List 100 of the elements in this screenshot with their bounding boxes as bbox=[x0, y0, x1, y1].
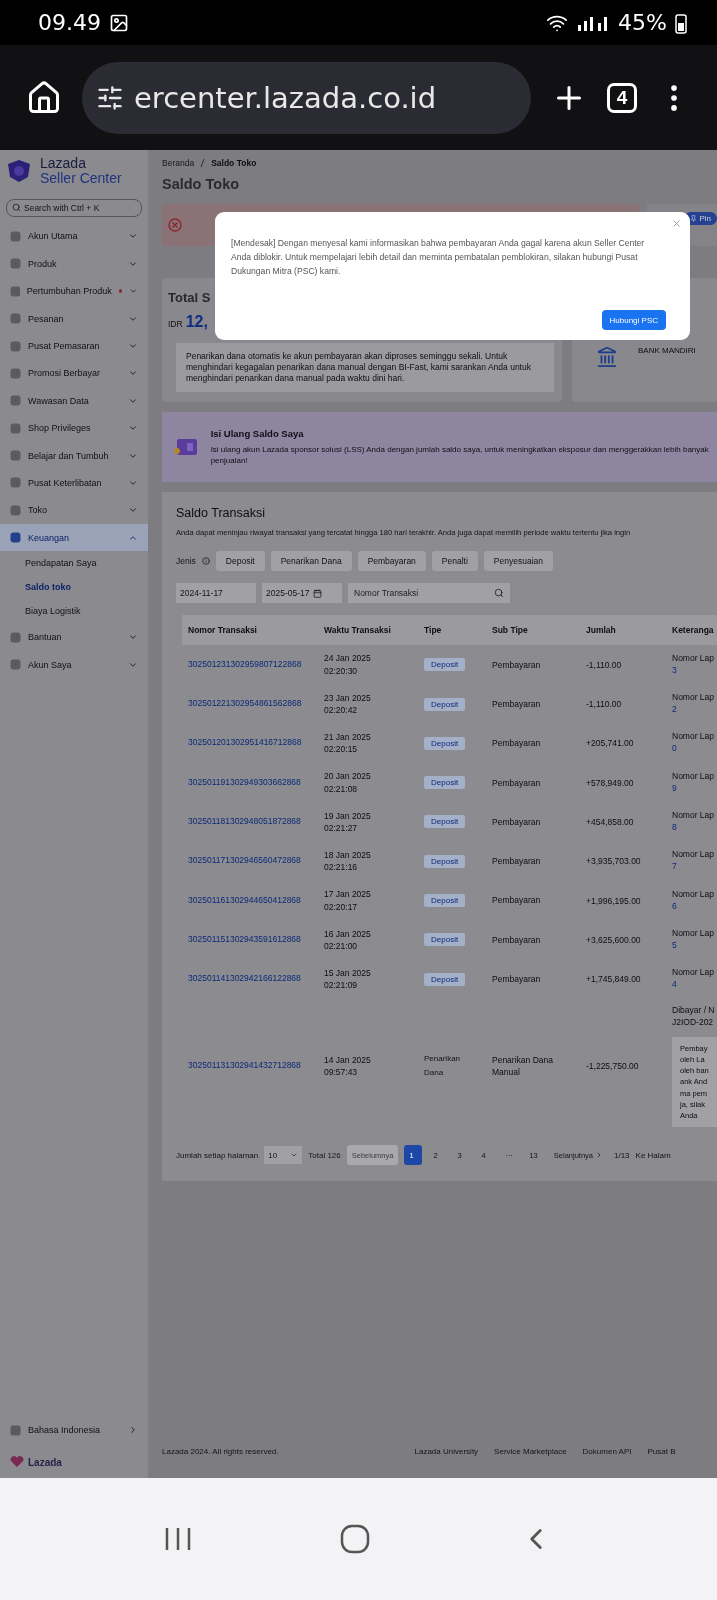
reference-link[interactable]: 8 bbox=[672, 821, 717, 834]
search-field[interactable]: Nomor Transaksi bbox=[348, 583, 510, 604]
table-cell-text: Nomor Lap bbox=[672, 810, 716, 822]
filter-chip[interactable]: Penyesuaian bbox=[483, 551, 553, 572]
sidebar-item[interactable]: Pesanan bbox=[0, 304, 148, 333]
table-cell-text: Pembayaran bbox=[492, 815, 542, 829]
brand-name: Lazada bbox=[40, 156, 87, 172]
table-cell-text: 18 Jan 2025 02:21:16 bbox=[324, 848, 372, 874]
footer-link[interactable]: Dokumen API bbox=[582, 1447, 632, 1456]
transaction-link[interactable]: 302501201302951416712868 bbox=[188, 737, 306, 750]
type-tag: Deposit bbox=[424, 697, 466, 711]
reference-link[interactable]: 3 bbox=[672, 664, 717, 677]
sidebar-item[interactable]: Wawasan Data bbox=[0, 387, 148, 415]
transaction-link[interactable]: 302501231302959807122868 bbox=[188, 658, 306, 671]
table-cell-text: Nomor Lap bbox=[672, 888, 716, 901]
filter-chip[interactable]: Penalti bbox=[431, 551, 478, 572]
reference-link[interactable]: 2 bbox=[672, 704, 717, 716]
table-cell-text: Pembayaran bbox=[492, 776, 542, 789]
type-tag: Deposit bbox=[424, 736, 466, 750]
table-cell-text: 19 Jan 2025 02:21:27 bbox=[324, 809, 372, 835]
table-cell-text: Dibayar / N bbox=[672, 1004, 716, 1017]
type-tag: Deposit bbox=[424, 972, 466, 986]
transaction-link[interactable]: 302501221302954861562868 bbox=[188, 698, 306, 711]
page-title: Saldo Toko bbox=[162, 176, 241, 192]
search-icon bbox=[494, 588, 504, 599]
table-cell-text: +1,996,195.00 bbox=[586, 895, 642, 906]
transaction-link[interactable]: 302501161302944650412868 bbox=[188, 894, 306, 907]
table-cell-text: -1,225,750.00 bbox=[586, 1061, 640, 1072]
footer-link[interactable]: Pusat B bbox=[647, 1447, 676, 1456]
square-icon bbox=[10, 340, 21, 352]
notice-text: Penarikan dana otomatis ke akun pembayaran akan diproses seminggu sekali. Untuk menghindari kegagalan penarikan dana manual dengan BI-Fast, kami sarankan Anda untuk menghindari penarikan dana manual pada waktu dini hari. bbox=[176, 343, 554, 393]
reference-link[interactable]: 7 bbox=[672, 861, 717, 874]
transaction-link[interactable]: 302501181302948051872868 bbox=[188, 816, 306, 828]
type-tag: Deposit bbox=[424, 658, 466, 672]
home-icon[interactable] bbox=[26, 79, 62, 116]
reference-link[interactable]: 0 bbox=[672, 743, 717, 756]
sidebar-subitem[interactable]: Saldo toko bbox=[0, 575, 148, 600]
table-cell-text: +578,949.00 bbox=[586, 777, 635, 788]
sidebar-item[interactable]: Pusat Pemasaran bbox=[0, 332, 148, 360]
footer-link[interactable]: Service Marketplace bbox=[494, 1447, 567, 1456]
reference-link[interactable]: 6 bbox=[672, 900, 717, 913]
table-cell-text: Penarikan Dana bbox=[424, 1053, 462, 1080]
sidebar-item[interactable]: Pertumbuhan Produk bbox=[0, 277, 148, 305]
transaction-link[interactable]: 302501151302943591612868 bbox=[188, 933, 306, 946]
chevron-down-icon bbox=[128, 478, 138, 488]
separator-icon bbox=[200, 159, 206, 167]
table-cell-text: Pembayaran bbox=[492, 894, 542, 907]
table-cell-text: Pembayaran bbox=[492, 737, 542, 750]
reference-link[interactable]: 4 bbox=[672, 979, 717, 992]
sidebar-subitem[interactable]: Pendapatan Saya bbox=[0, 551, 148, 576]
start-date-field[interactable]: 2024-11-17 bbox=[176, 583, 256, 604]
sidebar-item[interactable]: Promosi Berbayar bbox=[0, 359, 148, 388]
transaction-link[interactable]: 302501141302942166122868 bbox=[188, 973, 306, 986]
sidebar-subitem[interactable]: Biaya Logistik bbox=[0, 599, 148, 624]
sidebar-item[interactable]: Belajar dan Tumbuh bbox=[0, 441, 148, 470]
table-cell-text: Pembayaran bbox=[492, 973, 542, 986]
sidebar-item[interactable]: Shop Privileges bbox=[0, 414, 148, 442]
square-icon bbox=[10, 230, 21, 242]
tab-switcher-button[interactable]: 4 bbox=[607, 82, 637, 113]
table-cell-text: Pembayaran bbox=[492, 933, 542, 946]
square-icon bbox=[10, 422, 21, 434]
table-cell-text: 15 Jan 2025 02:21:09 bbox=[324, 966, 372, 992]
transaction-link[interactable]: 302501131302941432712868 bbox=[188, 1060, 306, 1072]
type-tag: Deposit bbox=[424, 894, 466, 908]
table-cell-text: Pembayaran bbox=[492, 855, 542, 868]
footer-link[interactable]: Lazada University bbox=[414, 1447, 479, 1456]
sidebar-item[interactable]: Bantuan bbox=[0, 623, 148, 651]
square-icon bbox=[10, 477, 21, 489]
reference-link[interactable]: 9 bbox=[672, 782, 717, 795]
sidebar-item[interactable]: Produk bbox=[0, 250, 148, 278]
site-settings-icon[interactable] bbox=[96, 83, 124, 112]
filter-chip[interactable]: Pembayaran bbox=[357, 551, 426, 572]
sidebar-item[interactable]: Toko bbox=[0, 496, 148, 525]
page-size-select[interactable]: 10 bbox=[264, 1146, 303, 1165]
home-button-icon[interactable] bbox=[340, 1524, 371, 1554]
table-cell-text: 16 Jan 2025 02:21:00 bbox=[324, 927, 372, 953]
language-selector[interactable]: Bahasa Indonesia bbox=[10, 1416, 138, 1444]
reference-link[interactable]: 5 bbox=[672, 939, 717, 952]
table-cell-text: Pembayaran bbox=[492, 697, 542, 711]
type-tag: Deposit bbox=[424, 854, 466, 868]
address-bar[interactable]: ercenter.lazada.co.id bbox=[82, 61, 531, 134]
brand-subtitle: Seller Center bbox=[40, 171, 122, 187]
sidebar-item[interactable]: Pusat Keterlibatan bbox=[0, 469, 148, 497]
recent-apps-icon[interactable] bbox=[164, 1526, 193, 1552]
table-cell-text: J2IOD-202 bbox=[672, 1016, 715, 1029]
sidebar-item[interactable]: Akun Saya bbox=[0, 650, 148, 679]
transaction-link[interactable]: 302501171302946560472868 bbox=[188, 855, 306, 868]
search-field[interactable]: Search with Ctrl + K bbox=[6, 198, 142, 217]
filter-chip[interactable]: Deposit bbox=[215, 551, 265, 572]
end-date-field[interactable]: 2025-05-17 bbox=[262, 583, 342, 604]
contact-psc-button[interactable]: Hubungi PSC bbox=[601, 310, 666, 330]
copyright-text: Lazada 2024. All rights reserved. bbox=[162, 1447, 279, 1456]
sidebar-item[interactable]: Akun Utama bbox=[0, 222, 148, 251]
transaction-link[interactable]: 302501191302949303662868 bbox=[188, 776, 306, 789]
filter-chip[interactable]: Penarikan Dana bbox=[270, 551, 352, 572]
table-cell-text: Nomor Lap bbox=[672, 652, 716, 665]
sidebar-item[interactable]: Keuangan bbox=[0, 524, 148, 552]
close-icon[interactable] bbox=[671, 218, 682, 229]
column-header: Sub Tipe bbox=[492, 625, 529, 636]
breadcrumb-link[interactable]: Beranda bbox=[162, 158, 195, 168]
